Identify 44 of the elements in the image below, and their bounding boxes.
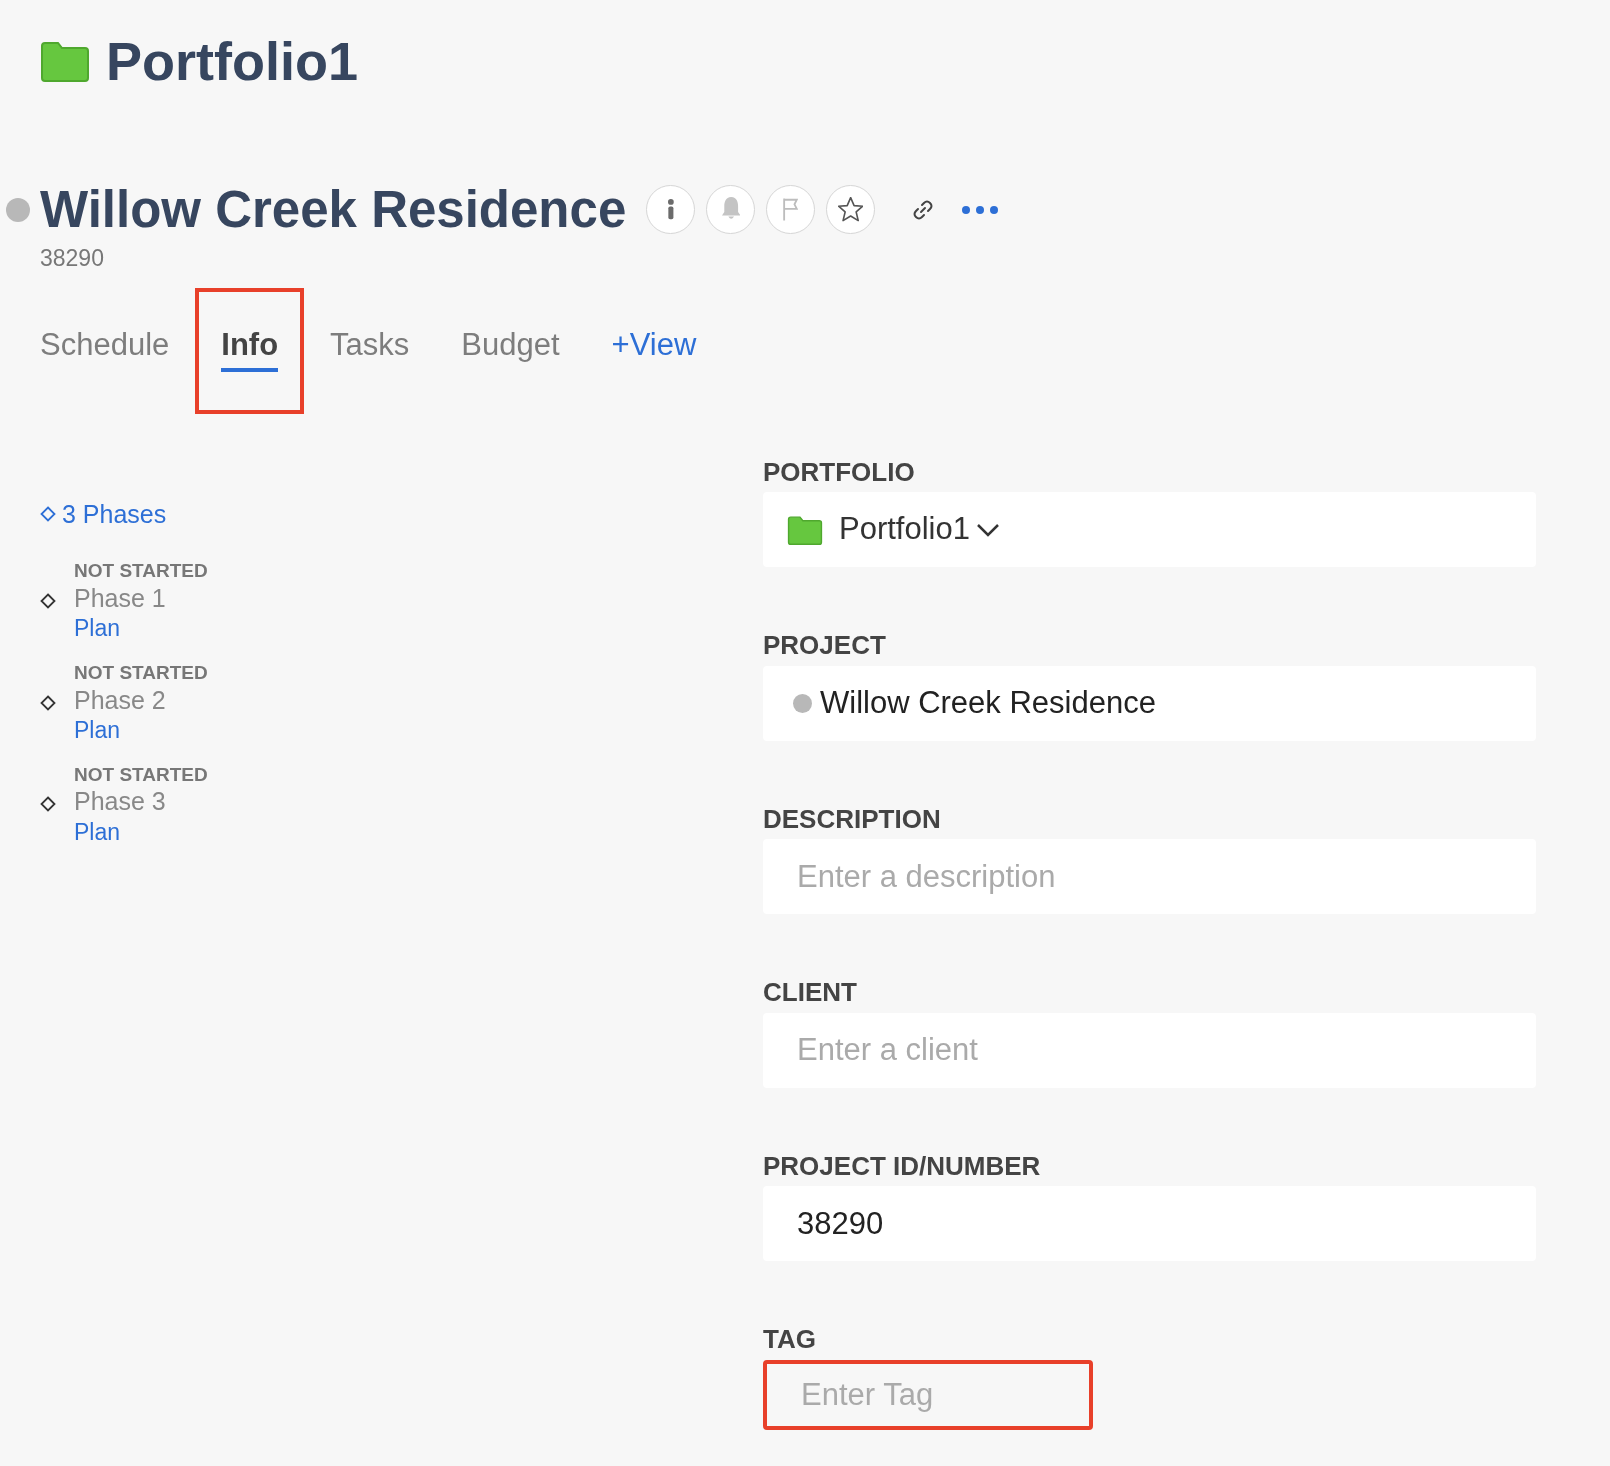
field-label: DESCRIPTION <box>763 802 942 835</box>
phase-name: Phase 3 <box>74 786 167 818</box>
phase-name: Phase 1 <box>74 582 167 614</box>
field-label: PORTFOLIO <box>763 455 916 488</box>
bell-icon <box>721 197 740 222</box>
tab[interactable]: Schedule <box>40 325 170 373</box>
folder-icon <box>787 514 823 545</box>
diamond-icon <box>40 694 56 711</box>
field-label: PROJECT <box>763 629 887 662</box>
phases-link[interactable]: 3 Phases <box>40 495 763 533</box>
phase-status: NOT STARTED <box>74 762 208 787</box>
portfolio-dropdown[interactable]: Portfolio1 <box>763 492 1536 567</box>
project-field[interactable]: Willow Creek Residence <box>763 665 1536 741</box>
input-field[interactable]: Enter a client <box>763 1012 1536 1088</box>
chevron-down-icon <box>975 522 1000 537</box>
input-field[interactable]: Enter a description <box>763 839 1536 914</box>
folder-icon <box>40 40 90 82</box>
phase-status: NOT STARTED <box>74 559 208 583</box>
flag-icon <box>783 198 799 221</box>
tab[interactable]: Info <box>221 325 279 373</box>
diamond-icon <box>40 592 56 609</box>
field-label: CLIENT <box>763 976 858 1009</box>
star-icon <box>838 197 864 222</box>
project-number: 38290 <box>40 244 105 273</box>
star-button[interactable] <box>826 185 876 234</box>
more-icon <box>961 204 1000 215</box>
project-title: Willow Creek Residence <box>40 184 627 235</box>
portfolio-title: Portfolio1 <box>106 34 358 88</box>
diamond-icon <box>40 796 56 813</box>
tab[interactable]: Budget <box>461 325 560 373</box>
info-icon <box>667 199 674 220</box>
plan-link[interactable]: Plan <box>74 817 208 847</box>
diamond-icon <box>40 506 56 523</box>
plan-link[interactable]: Plan <box>74 715 208 745</box>
phase-status: NOT STARTED <box>74 660 208 685</box>
phase-name: Phase 2 <box>74 684 167 716</box>
tab[interactable]: Tasks <box>330 325 410 373</box>
plan-link[interactable]: Plan <box>74 614 208 643</box>
input-field[interactable]: 38290 <box>763 1186 1536 1261</box>
tag-field[interactable]: Enter Tag <box>763 1359 1093 1430</box>
info-button[interactable] <box>646 185 696 234</box>
field-label: PROJECT ID/NUMBER <box>763 1149 1042 1182</box>
add-view-link[interactable]: +View <box>611 326 697 362</box>
field-label: TAG <box>763 1323 817 1356</box>
